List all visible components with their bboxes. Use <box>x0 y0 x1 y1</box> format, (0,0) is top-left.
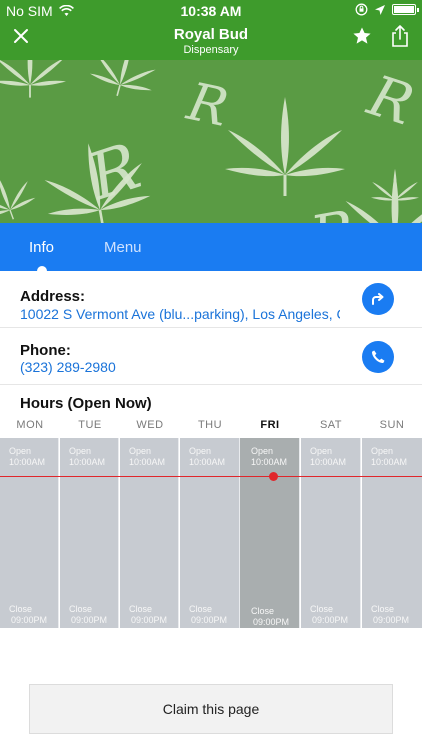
open-label: Open <box>69 446 92 456</box>
hours-title: Hours (Open Now) <box>20 395 152 412</box>
phone-label: Phone: <box>20 342 71 359</box>
hours-grid: Open 10:00AM Close 09:00PM Open 10:00AM … <box>0 438 422 628</box>
open-label: Open <box>189 446 212 456</box>
directions-button[interactable] <box>362 283 394 315</box>
star-icon[interactable] <box>352 26 372 46</box>
close-label: Close <box>251 606 275 616</box>
close-label: Close <box>371 604 395 614</box>
close-label: Close <box>129 604 153 614</box>
close-time: 09:00PM <box>253 617 290 627</box>
close-label: Close <box>69 604 93 614</box>
open-time: 10:00AM <box>371 457 408 467</box>
close-label: Close <box>310 604 334 614</box>
tab-menu[interactable]: Menu <box>104 239 142 256</box>
hours-column-sun: Open 10:00AM Close 09:00PM <box>362 438 422 628</box>
svg-text:R: R <box>181 72 233 139</box>
status-bar: No SIM 10:38 AM <box>0 0 422 22</box>
hours-column-thu: Open 10:00AM Close 09:00PM <box>180 438 240 628</box>
open-label: Open <box>129 446 152 456</box>
days-header: MON TUE WED THU FRI SAT SUN <box>0 416 422 438</box>
tab-info[interactable]: Info <box>29 239 54 256</box>
current-time-line <box>0 476 422 477</box>
close-time: 09:00PM <box>373 615 410 625</box>
banner-image: R R R R R R <box>0 60 422 223</box>
day-fri: FRI <box>260 419 280 431</box>
day-mon: MON <box>16 419 44 431</box>
hours-column-mon: Open 10:00AM Close 09:00PM <box>0 438 59 628</box>
battery-icon <box>392 4 419 15</box>
current-time-marker <box>269 472 278 481</box>
share-icon[interactable] <box>390 24 410 48</box>
hours-column-tue: Open 10:00AM Close 09:00PM <box>60 438 119 628</box>
close-label: Close <box>9 604 33 614</box>
close-time: 09:00PM <box>312 615 349 625</box>
hours-column-fri: Open 10:00AM Close 09:00PM <box>240 438 300 628</box>
open-label: Open <box>371 446 394 456</box>
open-time: 10:00AM <box>69 457 106 467</box>
directions-icon <box>372 293 384 305</box>
open-label: Open <box>310 446 333 456</box>
address-row: Address: 10022 S Vermont Ave (blu...park… <box>0 271 422 328</box>
svg-text:R: R <box>305 197 361 223</box>
open-time: 10:00AM <box>189 457 226 467</box>
phone-row: Phone: (323) 289-2980 <box>0 328 422 385</box>
cannabis-pattern-image: R R R R R R <box>0 60 422 223</box>
close-time: 09:00PM <box>131 615 168 625</box>
day-sat: SAT <box>319 419 343 431</box>
close-time: 09:00PM <box>71 615 108 625</box>
open-time: 10:00AM <box>129 457 166 467</box>
svg-text:R: R <box>360 63 421 138</box>
hours-column-wed: Open 10:00AM Close 09:00PM <box>120 438 179 628</box>
phone-icon <box>371 350 385 364</box>
day-sun: SUN <box>379 419 405 431</box>
tab-bar: Info Menu <box>0 223 422 276</box>
day-thu: THU <box>197 419 223 431</box>
open-time: 10:00AM <box>251 457 288 467</box>
address-label: Address: <box>20 288 86 305</box>
open-time: 10:00AM <box>9 457 46 467</box>
open-label: Open <box>9 446 32 456</box>
close-label: Close <box>189 604 213 614</box>
hours-column-sat: Open 10:00AM Close 09:00PM <box>301 438 361 628</box>
top-bar: No SIM 10:38 AM Royal Bud Dispensary <box>0 0 422 60</box>
close-time: 09:00PM <box>11 615 48 625</box>
phone-value[interactable]: (323) 289-2980 <box>20 359 340 375</box>
location-arrow-icon <box>375 4 385 15</box>
day-wed: WED <box>136 419 164 431</box>
day-tue: TUE <box>78 419 102 431</box>
orientation-lock-icon <box>355 3 368 16</box>
close-time: 09:00PM <box>191 615 228 625</box>
claim-page-button[interactable]: Claim this page <box>29 684 393 734</box>
open-time: 10:00AM <box>310 457 347 467</box>
address-value[interactable]: 10022 S Vermont Ave (blu...parking), Los… <box>20 306 340 322</box>
open-label: Open <box>251 446 274 456</box>
call-button[interactable] <box>362 341 394 373</box>
